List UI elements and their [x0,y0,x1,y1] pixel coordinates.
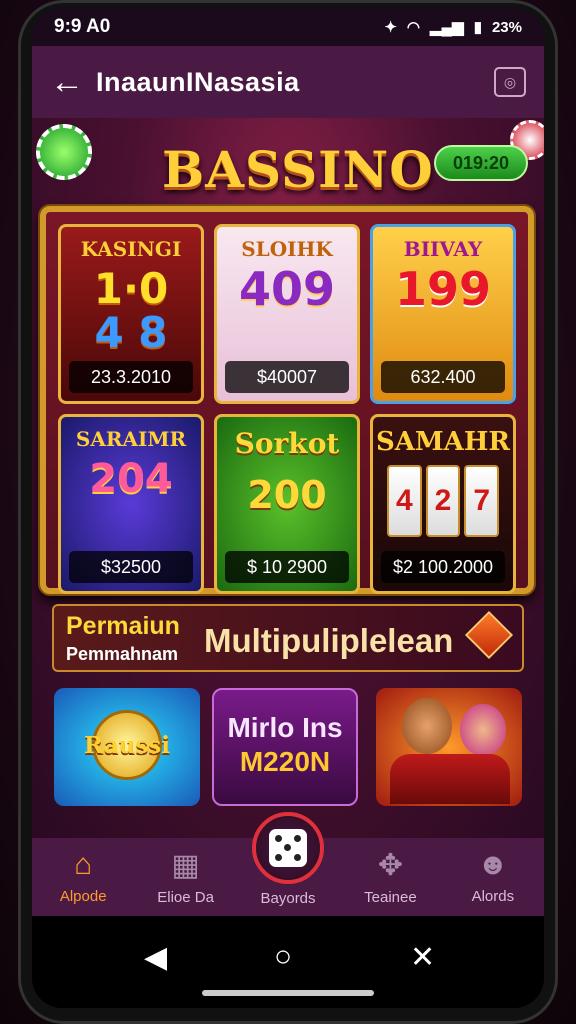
nav-label: Elioe Da [157,889,214,906]
main-content: BASSINO 019:20 KASINGI 1·0 4 8 23.3.2010… [32,118,544,838]
game-card-sloihk[interactable]: SLOIHK 409 $40007 [214,224,360,404]
app-title: InaaunINasasia [96,66,300,97]
nav-label: Teainee [364,889,417,906]
signal-icon: ▂▄▆ [430,19,464,36]
dice-icon [269,829,308,867]
camera-icon[interactable]: ◎ [494,67,526,97]
multiplayer-banner[interactable]: Permaiun Pemmahnam Multipuliplelean [52,604,524,672]
home-circle-icon[interactable]: ○ [274,940,292,974]
game-title: SLOIHK [241,237,333,261]
app-bar: ← InaaunINasasia ◎ [32,46,544,118]
back-triangle-icon[interactable]: ◀ [144,940,167,975]
character-bodies [390,754,510,804]
game-title: BIIVAY [403,237,483,261]
wifi-icon: ◠ [406,19,420,36]
battery-icon: ▮ [473,19,482,36]
game-card-biivay[interactable]: BIIVAY 199 632.400 [370,224,516,404]
game-title: Sorkot [234,427,340,460]
nav-label: Alpode [59,888,107,905]
slot-reels: 4 2 7 [387,465,500,537]
battery-text: 23% [491,18,522,36]
game-title: KASINGI [80,237,182,261]
game-price: $32500 [69,551,193,583]
status-icons: ✦ ◠ ▂▄▆ ▮ 23% [384,18,522,37]
system-nav-bar: ◀ ○ ✕ [32,916,544,1008]
game-price: 632.400 [381,361,505,393]
nfc-icon: ✦ [384,19,397,36]
tile-raussi[interactable]: Raussi [54,688,200,806]
nav-item-house[interactable]: ▦ Elioe Da [134,838,236,916]
tile-mirlo[interactable]: Mirlo Ins M220N [212,688,358,806]
reel: 4 [387,465,422,537]
game-number: 409 [238,262,336,316]
game-number: 1·0 4 8 [93,264,169,357]
banner-title: Multipuliplelean [204,622,454,659]
nav-label: Bayords [260,890,316,907]
nav-item-profile[interactable]: ☻ Alords [442,838,544,916]
nav-item-dice[interactable]: Bayords [237,812,339,916]
game-number: 200 [247,473,327,517]
game-price: $ 10 2900 [225,551,349,583]
nav-item-puzzle[interactable]: ✥ Teainee [339,838,441,916]
device-background: 9:9 A0 ✦ ◠ ▂▄▆ ▮ 23% ← InaaunINasasia ◎ … [0,0,576,1024]
back-arrow-icon[interactable]: ← [50,63,96,102]
game-card-sorkot[interactable]: Sorkot 200 $ 10 2900 [214,414,360,594]
game-card-kasingi[interactable]: KASINGI 1·0 4 8 23.3.2010 [58,224,204,404]
green-chip-icon [36,124,92,180]
bottom-nav: ⌂ Alpode ▦ Elioe Da Bayords ✥ Teainee ☻ … [32,812,544,916]
gesture-pill[interactable] [202,990,374,996]
nav-item-home[interactable]: ⌂ Alpode [32,838,134,916]
tile-subtext: M220N [239,746,331,777]
recents-icon[interactable]: ✕ [410,940,435,975]
banner-line2: Pemmahnam [66,644,179,664]
puzzle-icon: ✥ [377,849,403,882]
game-price: 23.3.2010 [69,361,193,393]
tile-characters[interactable] [376,688,522,806]
game-grid: KASINGI 1·0 4 8 23.3.2010 SLOIHK 409 $40… [40,206,534,594]
dice-button[interactable] [252,812,325,884]
game-price: $2 100.2000 [381,551,505,583]
game-number: 199 [394,262,492,316]
profile-icon: ☻ [477,848,509,881]
character-woman-icon [460,704,506,756]
casino-logo: BASSINO [162,140,434,199]
game-title: SARAIMR [75,427,187,451]
phone-screen: 9:9 A0 ✦ ◠ ▂▄▆ ▮ 23% ← InaaunINasasia ◎ … [32,8,544,1008]
tile-text: Raussi [84,732,170,759]
game-title: SAMAHR [375,427,511,457]
home-icon: ⌂ [74,848,93,881]
timer-badge[interactable]: 019:20 [434,145,528,181]
gem-icon [464,610,514,660]
character-man-icon [402,698,452,754]
status-bar: 9:9 A0 ✦ ◠ ▂▄▆ ▮ 23% [32,8,544,46]
nav-label: Alords [471,888,515,905]
reel: 7 [464,465,500,537]
status-time: 9:9 A0 [54,16,111,37]
game-number: 204 [89,456,173,502]
reel: 2 [425,465,461,537]
house-icon: ▦ [171,849,200,882]
game-card-saraimr[interactable]: SARAIMR 204 $32500 [58,414,204,594]
tile-text: Mirlo Ins [227,712,343,743]
game-card-samahr[interactable]: SAMAHR 4 2 7 $2 100.2000 [370,414,516,594]
game-price: $40007 [225,361,349,393]
banner-line1: Permaiun [66,612,180,640]
